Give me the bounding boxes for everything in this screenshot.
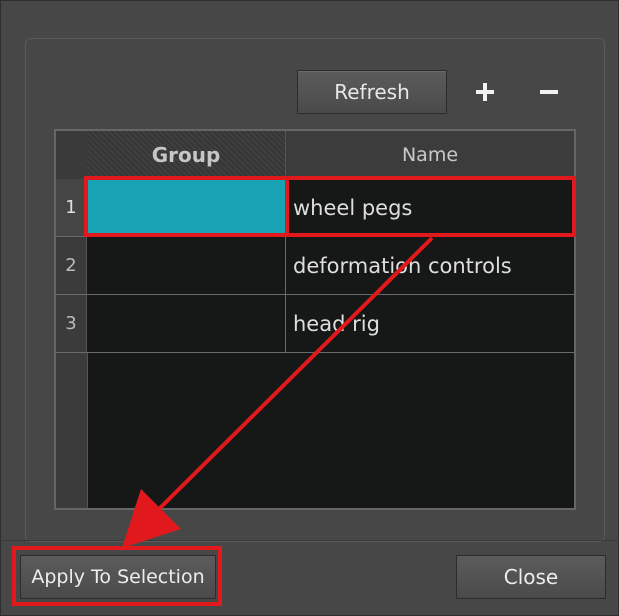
row-index: 1 (56, 179, 87, 236)
table-corner (56, 131, 88, 179)
row-index: 3 (56, 295, 87, 352)
name-cell[interactable]: deformation controls (293, 237, 512, 294)
groups-table: Group Name 1 wheel pegs 2 deformation co… (54, 129, 576, 510)
group-color-cell[interactable] (87, 295, 286, 352)
group-color-cell[interactable] (87, 179, 286, 236)
plus-icon (476, 83, 494, 101)
column-header-name[interactable]: Name (286, 131, 574, 179)
minus-icon (540, 90, 558, 94)
table-row[interactable]: 3 head rig (56, 295, 574, 353)
add-button[interactable] (470, 74, 500, 110)
table-row[interactable]: 2 deformation controls (56, 237, 574, 295)
name-cell[interactable]: head rig (293, 295, 380, 352)
close-button[interactable]: Close (456, 555, 606, 599)
name-cell[interactable]: wheel pegs (293, 179, 412, 236)
group-color-cell[interactable] (87, 237, 286, 294)
remove-button[interactable] (534, 74, 564, 110)
row-index: 2 (56, 237, 87, 294)
column-header-group[interactable]: Group (87, 131, 286, 179)
apply-to-selection-button[interactable]: Apply To Selection (20, 555, 216, 599)
row-header-filler (56, 353, 88, 508)
footer-divider (0, 540, 619, 541)
refresh-button[interactable]: Refresh (297, 70, 447, 114)
table-row[interactable]: 1 wheel pegs (56, 179, 574, 237)
